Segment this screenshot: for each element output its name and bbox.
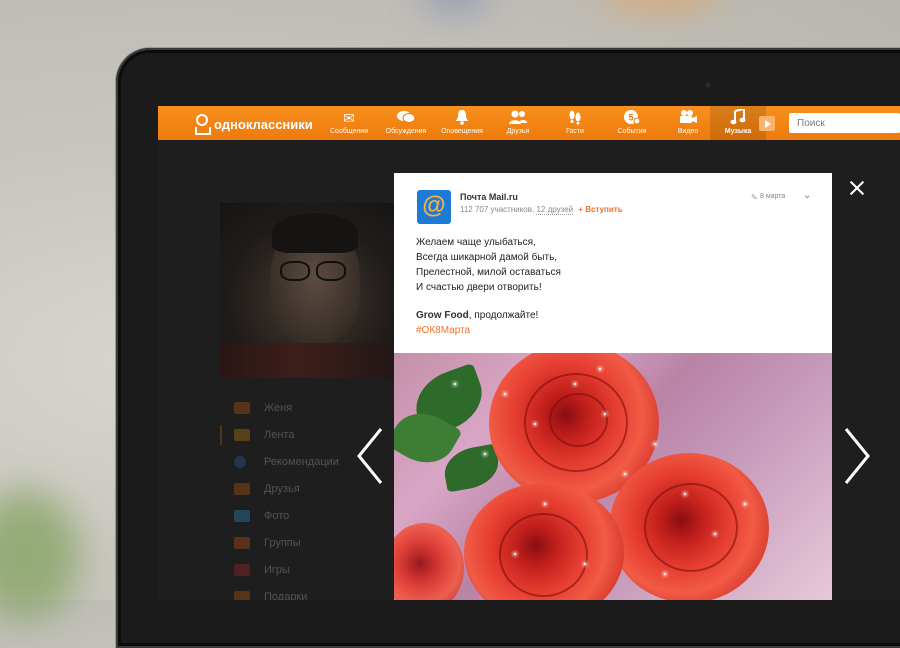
nav-item-friends[interactable]: Друзья — [488, 109, 548, 137]
mention-line: Grow Food, продолжайте! — [416, 310, 538, 321]
people-icon — [488, 109, 548, 127]
hashtag-link[interactable]: #ОК8Марта — [416, 325, 470, 336]
post-text-line: Желаем чаще улыбаться, — [416, 237, 536, 248]
group-meta: 112 707 участников, 12 друзей + Вступить — [460, 205, 623, 215]
members-count: 112 707 участников, — [460, 205, 535, 214]
svg-text:5: 5 — [628, 113, 633, 123]
search-input[interactable] — [789, 113, 900, 133]
friends-count-link[interactable]: 12 друзей — [536, 205, 574, 215]
close-icon[interactable] — [850, 181, 864, 195]
background-blur — [600, 0, 720, 8]
nav-item-notifications[interactable]: Оповещения — [432, 109, 492, 137]
nav-item-discussions[interactable]: Обсуждения — [376, 109, 436, 137]
webcam — [704, 81, 712, 89]
footprints-icon — [545, 109, 605, 127]
events-icon: 5 — [602, 109, 662, 127]
pencil-icon: ✎ — [751, 193, 758, 202]
video-camera-icon — [658, 109, 718, 127]
post-text-line: Всегда шикарной дамой быть, — [416, 252, 558, 263]
group-avatar[interactable]: @ — [417, 190, 451, 224]
background-blur — [420, 0, 490, 10]
post-image-roses[interactable] — [394, 353, 832, 600]
next-arrow-icon[interactable] — [842, 427, 872, 485]
nav-item-video[interactable]: Видео — [658, 109, 718, 137]
screen: одноклассники ✉ Сообщения Обсуждения Опо… — [158, 106, 900, 600]
bell-icon — [432, 109, 492, 127]
post-date: 8 марта — [760, 193, 786, 200]
mention-suffix: , продолжайте! — [468, 310, 539, 321]
music-note-icon — [710, 107, 766, 127]
post-text-line: Прелестной, милой оставаться — [416, 267, 561, 278]
mention-link[interactable]: Grow Food — [416, 310, 469, 321]
play-icon[interactable] — [759, 116, 775, 131]
background-blur — [0, 490, 80, 620]
join-button[interactable]: + Вступить — [578, 205, 622, 214]
nav-item-messages[interactable]: ✉ Сообщения — [319, 109, 379, 137]
nav-item-events[interactable]: 5 События — [602, 109, 662, 137]
nav-item-guests[interactable]: Гости — [545, 109, 605, 137]
ok-logo-icon — [194, 114, 211, 135]
post-text: Желаем чаще улыбаться, Всегда шикарной д… — [416, 235, 561, 295]
post-text-line: И счастью двери отворить! — [416, 282, 542, 293]
nav-item-music[interactable]: Музыка — [710, 106, 766, 140]
post-card: @ Почта Mail.ru 112 707 участников, 12 д… — [394, 173, 832, 600]
chevron-down-icon[interactable]: ⌄ — [803, 190, 811, 201]
chat-bubbles-icon — [376, 109, 436, 127]
top-nav-bar: одноклассники ✉ Сообщения Обсуждения Опо… — [158, 106, 900, 140]
prev-arrow-icon[interactable] — [355, 427, 385, 485]
logo-text: одноклассники — [214, 116, 313, 132]
at-sign-icon: @ — [422, 192, 446, 219]
site-logo[interactable]: одноклассники — [194, 114, 313, 135]
plus-icon: + — [578, 205, 584, 214]
envelope-icon: ✉ — [343, 110, 355, 126]
group-name[interactable]: Почта Mail.ru — [460, 192, 518, 202]
